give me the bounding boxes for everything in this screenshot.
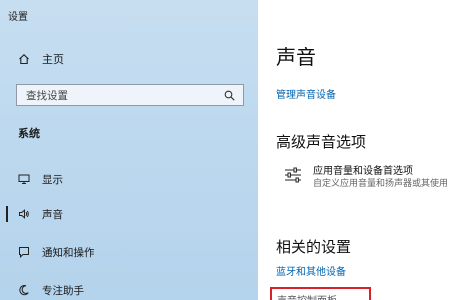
app-volume-preferences-item[interactable]: 应用音量和设备首选项 自定义应用音量和扬声器或其使用 [283, 165, 448, 191]
home-icon [18, 53, 30, 65]
app-volume-subtitle: 自定义应用音量和扬声器或其使用 [313, 179, 449, 189]
search-input[interactable]: 查找设置 [16, 84, 244, 106]
section-label: 系统 [18, 127, 40, 140]
sidebar-item-label: 通知和操作 [42, 246, 95, 259]
search-icon[interactable] [224, 90, 235, 101]
monitor-icon [18, 173, 30, 185]
home-label: 主页 [42, 53, 64, 66]
window-title: 设置 [8, 12, 28, 23]
sidebar-item-focus-assist[interactable]: 专注助手 [18, 282, 84, 298]
sidebar-item-label: 声音 [42, 208, 63, 221]
sliders-icon [283, 165, 303, 185]
manage-sound-devices-link[interactable]: 管理声音设备 [276, 86, 336, 101]
sound-control-panel-link[interactable]: 声音控制面板 [277, 292, 337, 300]
sidebar-item-label: 专注助手 [42, 284, 84, 297]
bluetooth-devices-link[interactable]: 蓝牙和其他设备 [276, 263, 346, 278]
active-indicator [6, 206, 8, 222]
sidebar-item-display[interactable]: 显示 [18, 171, 63, 187]
related-settings-heading: 相关的设置 [276, 238, 352, 256]
speaker-icon [18, 208, 30, 220]
notification-icon [18, 246, 30, 258]
app-volume-title: 应用音量和设备首选项 [313, 166, 413, 177]
advanced-sound-options-heading: 高级声音选项 [276, 133, 367, 151]
sidebar-item-label: 显示 [42, 173, 63, 186]
sidebar-item-notifications[interactable]: 通知和操作 [18, 244, 95, 260]
page-title: 声音 [276, 45, 316, 69]
sidebar: 设置 主页 查找设置 系统 显示 声音 通知和操作 专注助手 [0, 0, 258, 300]
search-placeholder: 查找设置 [26, 89, 68, 102]
moon-icon [18, 284, 30, 296]
sidebar-item-sound[interactable]: 声音 [18, 206, 63, 222]
home-nav-item[interactable]: 主页 [18, 50, 64, 68]
